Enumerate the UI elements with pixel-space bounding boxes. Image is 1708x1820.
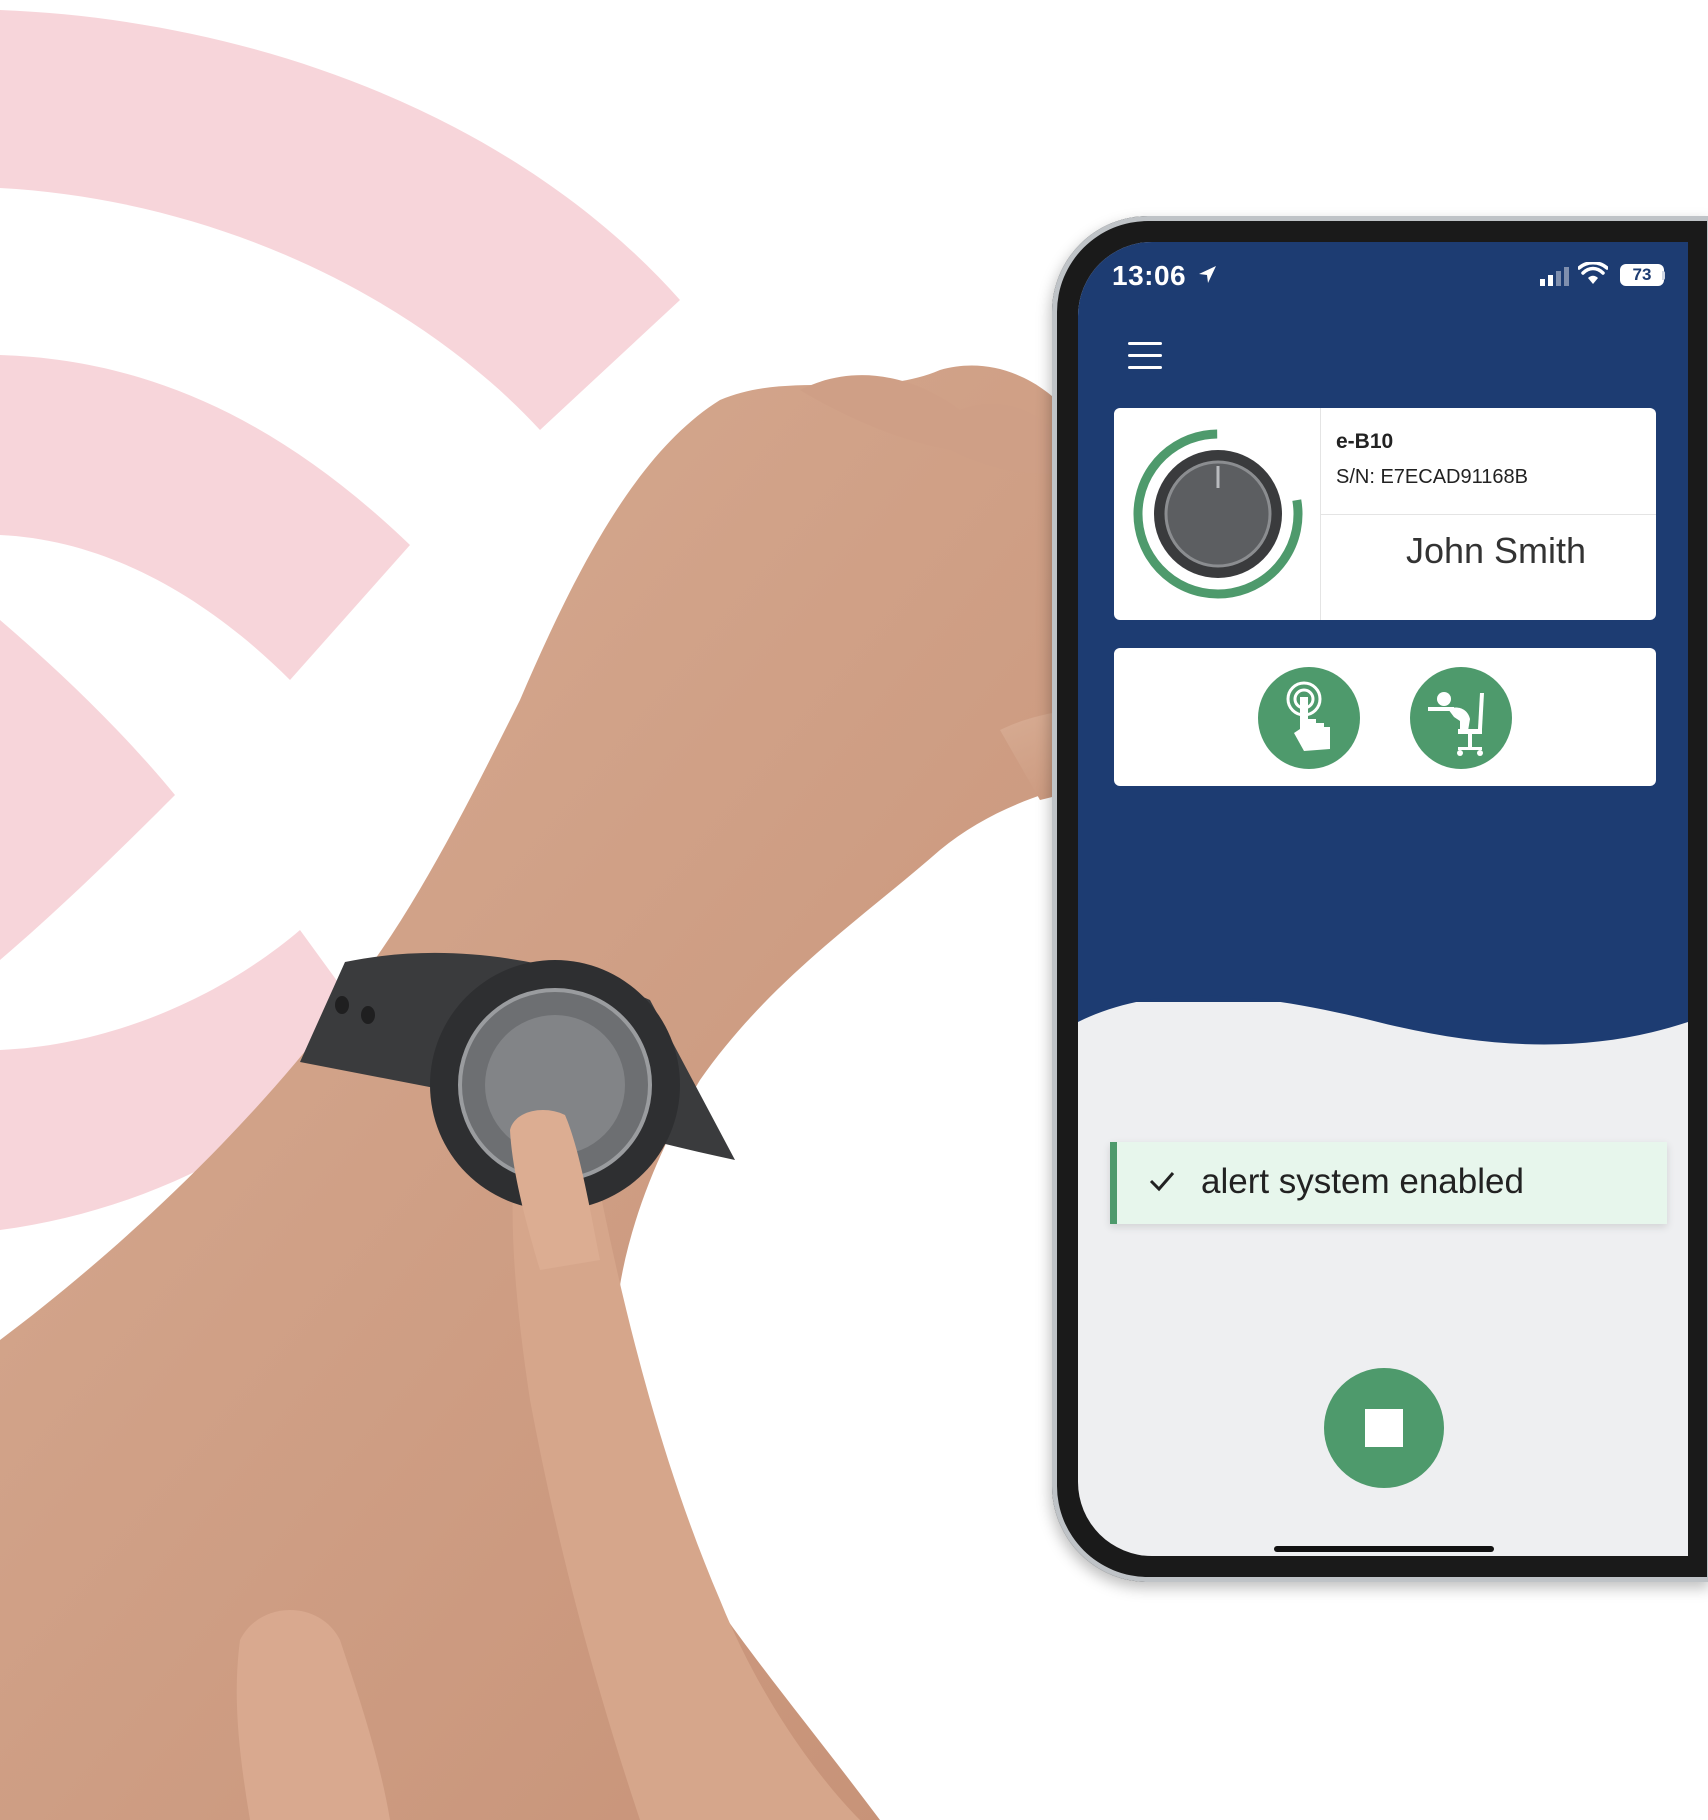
device-serial-number: S/N: E7ECAD91168B	[1336, 466, 1528, 488]
status-time: 13:06	[1112, 260, 1187, 291]
wifi-icon	[1578, 262, 1608, 284]
wave-divider	[1078, 942, 1688, 1045]
hamburger-menu-icon[interactable]	[1128, 342, 1164, 372]
fall-detection-button[interactable]	[1410, 667, 1512, 769]
toast-message: alert system enabled	[1201, 1162, 1524, 1201]
hand-press-icon	[1286, 681, 1330, 751]
header-background	[1078, 242, 1688, 1002]
wristband-knob-icon	[1133, 429, 1303, 599]
battery-nub	[1662, 271, 1665, 280]
device-card[interactable]: e-B10 S/N: E7ECAD91168B John Smith	[1114, 408, 1656, 620]
stop-square-icon	[1365, 1409, 1403, 1447]
stop-button[interactable]	[1324, 1368, 1444, 1488]
check-icon	[1149, 1172, 1175, 1192]
device-model: e-B10	[1336, 430, 1394, 453]
card-divider	[1320, 514, 1656, 515]
home-indicator[interactable]	[1274, 1546, 1494, 1552]
status-toast: alert system enabled	[1110, 1142, 1667, 1224]
manual-alert-button[interactable]	[1258, 667, 1360, 769]
app-screen: 13:06 73 e-B10 S/N: E7ECAD91168B John Sm…	[1078, 242, 1688, 1556]
location-arrow-icon	[1199, 266, 1216, 283]
person-slumped-chair-icon	[1428, 692, 1484, 756]
battery-icon: 73	[1620, 264, 1664, 286]
cellular-signal-icon	[1540, 267, 1569, 286]
alert-modes-card	[1114, 648, 1656, 786]
user-name: John Smith	[1405, 530, 1587, 571]
